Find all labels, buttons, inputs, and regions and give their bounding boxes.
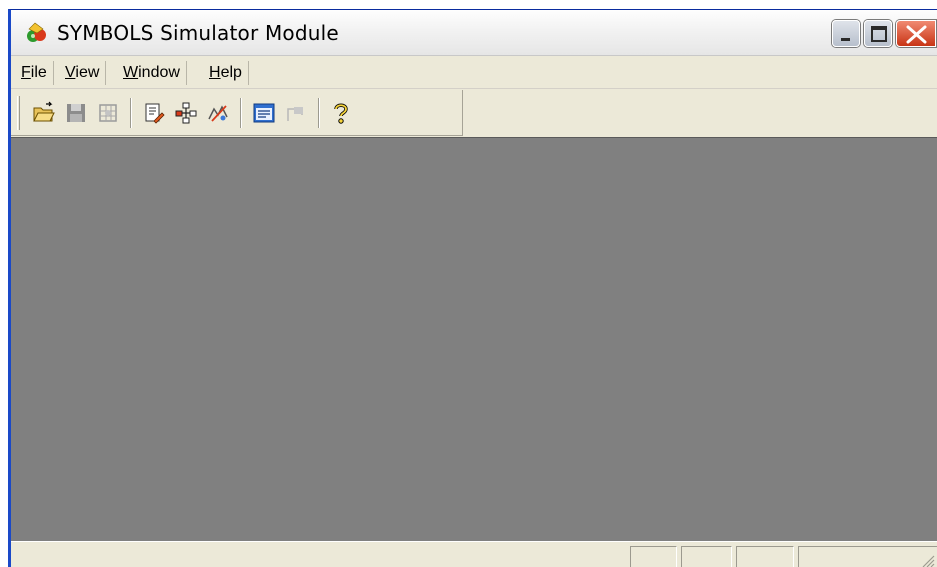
grid-tool-button[interactable] <box>96 101 120 125</box>
toolbar-grip[interactable] <box>17 96 20 130</box>
menu-help[interactable]: Help <box>203 61 249 85</box>
signal-tool-button[interactable] <box>206 101 230 125</box>
toolbar <box>11 90 463 136</box>
network-icon <box>175 102 197 124</box>
toolbar-separator <box>318 98 320 128</box>
toolbar-separator <box>130 98 132 128</box>
grid-tool-icon <box>99 104 117 122</box>
save-disk-icon <box>67 104 85 122</box>
app-tool-icon <box>25 21 49 45</box>
menu-view[interactable]: View <box>59 61 107 85</box>
mdi-client-area[interactable] <box>11 137 937 541</box>
open-folder-icon <box>33 101 55 122</box>
status-pane <box>630 546 677 567</box>
toolbar-separator <box>240 98 242 128</box>
minimize-button[interactable] <box>832 20 860 47</box>
flag-button[interactable] <box>284 101 308 125</box>
menu-file[interactable]: File <box>15 61 54 85</box>
network-button[interactable] <box>174 101 198 125</box>
flag-icon <box>287 107 303 121</box>
close-button[interactable] <box>896 20 936 47</box>
maximize-icon <box>871 26 887 42</box>
help-question-icon <box>334 103 348 124</box>
minimize-icon <box>841 38 850 41</box>
menu-window[interactable]: Window <box>117 61 187 85</box>
signal-tool-icon <box>208 105 228 122</box>
main-window: SYMBOLS Simulator Module File View Windo… <box>8 9 937 567</box>
title-bar[interactable]: SYMBOLS Simulator Module <box>11 10 937 56</box>
status-bar <box>11 541 937 567</box>
panel-window-icon <box>253 103 275 123</box>
menu-bar: File View Window Help <box>11 57 937 89</box>
maximize-button[interactable] <box>864 20 892 47</box>
edit-document-button[interactable] <box>142 101 166 125</box>
status-pane <box>681 546 732 567</box>
window-title: SYMBOLS Simulator Module <box>57 21 339 45</box>
status-pane <box>798 546 937 567</box>
save-button[interactable] <box>64 101 88 125</box>
status-pane <box>736 546 794 567</box>
open-button[interactable] <box>32 101 56 125</box>
panel-window-button[interactable] <box>252 101 276 125</box>
edit-document-icon <box>145 103 165 124</box>
help-button[interactable] <box>329 101 353 125</box>
close-icon <box>906 25 927 44</box>
resize-grip-icon[interactable] <box>919 552 935 567</box>
